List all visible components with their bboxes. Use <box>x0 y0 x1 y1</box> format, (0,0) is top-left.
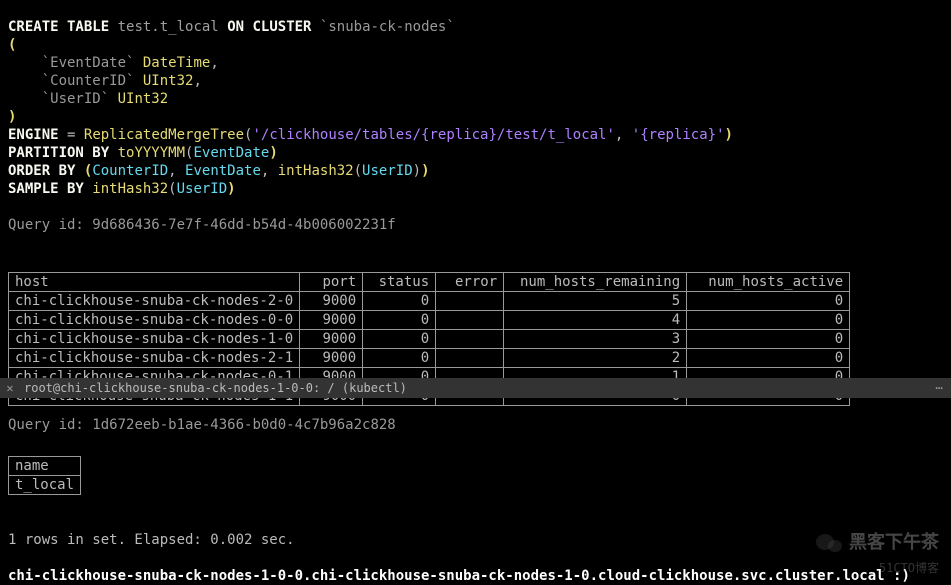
cell: 9000 <box>300 349 363 368</box>
cell: chi-clickhouse-snuba-ck-nodes-1-0 <box>9 330 300 349</box>
table-row: chi-clickhouse-snuba-ck-nodes-1-09000030 <box>9 330 850 349</box>
tmux-tab-bar[interactable]: ✕ root@chi-clickhouse-snuba-ck-nodes-1-0… <box>0 378 951 398</box>
query-id-label-top: Query id: <box>8 217 84 233</box>
cell <box>436 292 504 311</box>
col2-type: UInt32 <box>143 73 194 89</box>
col3-name: `UserID` <box>42 91 109 107</box>
col1-name: `EventDate` <box>42 55 135 71</box>
order-col2: EventDate <box>185 163 261 179</box>
engine-fn: ReplicatedMergeTree <box>84 127 244 143</box>
kw-partition: PARTITION BY <box>8 145 109 161</box>
cell: 9000 <box>300 311 363 330</box>
cell: chi-clickhouse-snuba-ck-nodes-2-1 <box>9 349 300 368</box>
cell: 0 <box>363 311 436 330</box>
cell: chi-clickhouse-snuba-ck-nodes-0-0 <box>9 311 300 330</box>
part-fn: toYYYYMM <box>118 145 185 161</box>
col-header-error: error <box>436 273 504 292</box>
cell <box>436 349 504 368</box>
name-table: name t_local <box>8 456 81 495</box>
cell: 3 <box>504 330 687 349</box>
order-fn-arg: UserID <box>362 163 413 179</box>
col2-name: `CounterID` <box>42 73 135 89</box>
col-header-status: status <box>363 273 436 292</box>
engine-arg1: '/clickhouse/tables/{replica}/test/t_loc… <box>252 127 614 143</box>
cell: 0 <box>687 311 850 330</box>
part-col: EventDate <box>193 145 269 161</box>
prompt-line[interactable]: chi-clickhouse-snuba-ck-nodes-1-0-0.chi-… <box>8 568 910 584</box>
cell: 4 <box>504 311 687 330</box>
eq-sign: = <box>67 127 75 143</box>
kw-engine: ENGINE <box>8 127 59 143</box>
cell: 0 <box>687 330 850 349</box>
table-ident: test.t_local <box>118 19 219 35</box>
more-icon[interactable]: ⋯ <box>927 379 951 397</box>
sample-arg: UserID <box>177 181 228 197</box>
name-header: name <box>9 457 81 476</box>
cell: 0 <box>363 330 436 349</box>
cell: 0 <box>363 349 436 368</box>
cell <box>436 330 504 349</box>
col-header-port: port <box>300 273 363 292</box>
cell: 5 <box>504 292 687 311</box>
close-icon[interactable]: ✕ <box>0 379 20 397</box>
bottom-terminal-pane[interactable]: Query id: 1d672eeb-b1ae-4366-b0d0-4c7b96… <box>0 398 951 585</box>
col-header-num_hosts_remaining: num_hosts_remaining <box>504 273 687 292</box>
result-line: 1 rows in set. Elapsed: 0.002 sec. <box>8 532 295 548</box>
cluster-name: `snuba-ck-nodes` <box>320 19 455 35</box>
cell <box>436 311 504 330</box>
table-row: chi-clickhouse-snuba-ck-nodes-2-19000020 <box>9 349 850 368</box>
table-row: chi-clickhouse-snuba-ck-nodes-0-09000040 <box>9 311 850 330</box>
query-id-label-bottom: Query id: <box>8 417 84 433</box>
kw-order: ORDER BY <box>8 163 75 179</box>
cell: 9000 <box>300 330 363 349</box>
sql-query: CREATE TABLE test.t_local ON CLUSTER `sn… <box>8 18 943 234</box>
col-header-num_hosts_active: num_hosts_active <box>687 273 850 292</box>
tab-title[interactable]: root@chi-clickhouse-snuba-ck-nodes-1-0-0… <box>20 379 927 397</box>
query-id-bottom: 1d672eeb-b1ae-4366-b0d0-4c7b96a2c828 <box>92 417 395 433</box>
cell: chi-clickhouse-snuba-ck-nodes-2-0 <box>9 292 300 311</box>
cell: 0 <box>687 292 850 311</box>
cell: 0 <box>363 292 436 311</box>
kw-sample: SAMPLE BY <box>8 181 84 197</box>
table-row: chi-clickhouse-snuba-ck-nodes-2-09000050 <box>9 292 850 311</box>
kw-create: CREATE TABLE <box>8 19 109 35</box>
cell: 9000 <box>300 292 363 311</box>
kw-on-cluster: ON CLUSTER <box>227 19 311 35</box>
cell: 2 <box>504 349 687 368</box>
order-fn: intHash32 <box>278 163 354 179</box>
col3-type: UInt32 <box>118 91 169 107</box>
col1-type: DateTime <box>143 55 210 71</box>
order-col1: CounterID <box>92 163 168 179</box>
engine-arg2: '{replica}' <box>632 127 725 143</box>
query-id-top: 9d686436-7e7f-46dd-b54d-4b006002231f <box>92 217 395 233</box>
cell: 0 <box>687 349 850 368</box>
sample-fn: intHash32 <box>92 181 168 197</box>
col-header-host: host <box>9 273 300 292</box>
name-value: t_local <box>9 476 81 495</box>
top-terminal-pane[interactable]: CREATE TABLE test.t_local ON CLUSTER `sn… <box>0 0 951 378</box>
